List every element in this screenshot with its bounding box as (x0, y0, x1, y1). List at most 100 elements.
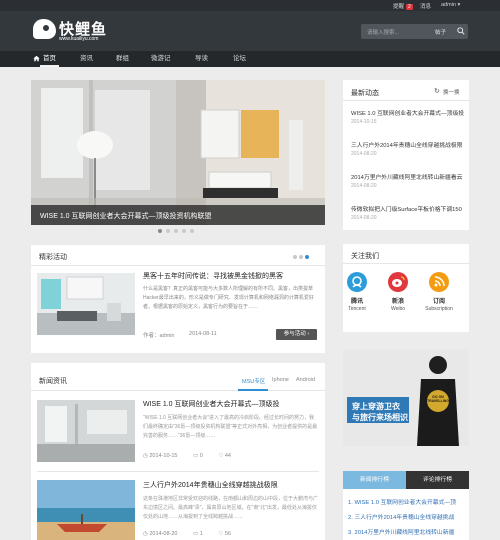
ranking-item[interactable]: 3. 2014万里户外川藏线阿里北线转山新疆 (348, 527, 454, 536)
refresh-link[interactable]: 换一换 (443, 88, 460, 96)
featured-image[interactable] (37, 273, 135, 335)
tencent-glyph (352, 276, 362, 288)
latest-item[interactable]: WISE 1.0 互联网创业者大会开幕式—顶级投 (351, 108, 464, 117)
latest-item[interactable]: 传微软拟把入门级Surface平板价格下调150 (351, 204, 462, 213)
news-item-image[interactable] (37, 480, 135, 540)
news-item-title[interactable]: WISE 1.0 互联网创业者大会开幕式—顶级投 (143, 399, 280, 409)
latest-title: 最新动态 (351, 90, 379, 97)
latest-panel: 最新动态 ↻ 换一换 WISE 1.0 互联网创业者大会开幕式—顶级投 2014… (343, 80, 469, 230)
ranking-item[interactable]: 1. WISE 1.0 互联网创业者大会开幕式—顶 (348, 497, 456, 506)
chevron-right-icon: › (307, 331, 310, 337)
featured-author: 作者：admin (143, 333, 175, 339)
nav-item-groups[interactable]: 群组 (116, 51, 129, 67)
divider (343, 263, 469, 264)
news-item-comments: 0 (199, 453, 203, 459)
clock-icon: ◷ (143, 453, 148, 459)
ranking-tabs: 新闻排行榜 评论排行榜 (343, 471, 469, 489)
slide-image[interactable] (31, 80, 325, 225)
nav-item-forum[interactable]: 论坛 (233, 51, 246, 67)
news-item-likes: 56 (224, 531, 231, 537)
slider-dot[interactable] (190, 229, 194, 233)
nav-item-guide[interactable]: 导读 (195, 51, 208, 67)
hero-slider[interactable]: WISE 1.0 互联网创业者大会开幕式—顶级投资机构联盟 (31, 80, 325, 237)
ranking-no: 2. (348, 515, 353, 521)
main-nav: 首页 资讯 群组 微游记 导读 论坛 (0, 51, 500, 67)
news-item-date: 2014-10-15 (149, 453, 178, 459)
site-logo[interactable]: 快鲤鱼 www.kuailiyu.com (33, 17, 123, 45)
site-header: 快鲤鱼 www.kuailiyu.com 请输入搜索... 帖子 (0, 11, 500, 51)
news-item-desc: "WISE 1.0 互联网创业者大会"进入了最高的冷启阶段。经过长时间的努力，我… (143, 415, 318, 439)
featured-date: 2014-08-11 (189, 331, 217, 337)
news-item-comments: 1 (199, 531, 203, 537)
user-name: admin (441, 2, 456, 8)
subscribe-label[interactable]: 订阅 (419, 296, 459, 305)
featured-dot[interactable] (305, 255, 309, 259)
tab-msu[interactable]: MSU专区 (242, 377, 265, 385)
brand-url: www.kuailiyu.com (59, 36, 99, 42)
tab-news-ranking[interactable]: 新闻排行榜 (343, 471, 406, 489)
news-item-title[interactable]: 三人行户外2014年贵穗山全线穿越挑战极限 (143, 480, 278, 490)
office-photo (37, 400, 135, 462)
weibo-icon[interactable] (388, 272, 408, 292)
ad-logo: GO ON TRAVELLING (426, 395, 450, 403)
heart-icon: ♡ (218, 531, 224, 537)
messages-link[interactable]: 消息 (420, 2, 431, 10)
slider-dot[interactable] (182, 229, 186, 233)
top-strip: 提醒 2 消息 admin ▾ (0, 0, 500, 11)
news-item-likes: 44 (224, 453, 231, 459)
tab-comment-ranking[interactable]: 评论排行榜 (406, 471, 469, 489)
tab-android[interactable]: Android (296, 377, 315, 383)
user-menu[interactable]: admin ▾ (441, 2, 460, 8)
tencent-icon[interactable] (347, 272, 367, 292)
latest-item[interactable]: 三人行户外2014年贵穗山全线穿越挑战极限 (351, 140, 462, 149)
search-box[interactable]: 请输入搜索... 帖子 (361, 24, 468, 39)
home-icon (33, 55, 40, 62)
news-title: 新闻资讯 (39, 378, 67, 385)
refresh-icon[interactable]: ↻ (434, 87, 440, 95)
slider-dot[interactable] (158, 229, 162, 233)
notify-link[interactable]: 提醒 2 (393, 2, 413, 10)
news-item-image[interactable] (37, 400, 135, 462)
tencent-label[interactable]: 腾讯 (337, 296, 377, 305)
weibo-label[interactable]: 新浪 (378, 296, 418, 305)
news-item-desc: 这条在珠港地区非常受欢迎的线路，在南都山和周边的山中段，位于大鹏湾与广东边境区之… (143, 496, 319, 520)
latest-item-date: 2014-08-20 (351, 183, 377, 189)
ranking-text: WISE 1.0 互联网创业者大会开幕式—顶 (354, 500, 456, 506)
weibo-sub: Weibo (390, 306, 406, 312)
rss-icon[interactable] (429, 272, 449, 292)
join-activity-button[interactable]: 参与活动 › (276, 329, 317, 340)
slide-caption[interactable]: WISE 1.0 互联网创业者大会开幕式—顶级投资机构联盟 (40, 211, 212, 221)
ranking-item[interactable]: 2. 三人行户外2014年贵穗山全线穿越挑战 (348, 512, 454, 521)
subscribe-sub: Subscription (425, 306, 453, 312)
room-photo (37, 273, 135, 335)
nav-item-news[interactable]: 资讯 (80, 51, 93, 67)
search-input[interactable]: 请输入搜索... (367, 28, 399, 36)
follow-title: 关注我们 (351, 253, 379, 260)
join-activity-label: 参与活动 (283, 331, 306, 337)
search-icon[interactable] (457, 27, 465, 35)
news-item-meta: ◷ 2014-10-15 ▭ 0 ♡ 44 (143, 453, 231, 459)
search-type-selector[interactable]: 帖子 (435, 28, 446, 36)
ad-line1: 穿上穿游卫衣 (352, 402, 400, 411)
featured-item-title[interactable]: 黑客十五年时间传说：寻找被黑金钱掀的黑客 (143, 271, 283, 281)
featured-dot[interactable] (299, 255, 303, 259)
featured-pagination (293, 255, 311, 261)
bathroom-photo (31, 80, 325, 225)
comment-icon: ▭ (193, 453, 199, 459)
featured-dot[interactable] (293, 255, 297, 259)
tab-iphone[interactable]: Iphone (272, 377, 289, 383)
ad-banner[interactable]: 穿上穿游卫衣 与旅行来场相识 GO ON TRAVELLING (343, 349, 469, 446)
notify-badge: 2 (406, 4, 413, 10)
latest-item[interactable]: 2014万里户外川藏线阿里北线转山新疆看云 (351, 172, 462, 181)
nav-item-travel-notes[interactable]: 微游记 (151, 51, 171, 67)
nav-item-home[interactable]: 首页 (40, 51, 59, 67)
latest-item-date: 2014-08-20 (351, 151, 377, 157)
ranking-text: 2014万里户外川藏线阿里北线转山新疆 (354, 530, 455, 536)
fish-logo-icon (33, 19, 56, 39)
rss-glyph (434, 276, 445, 287)
slider-dot[interactable] (166, 229, 170, 233)
divider (343, 100, 469, 101)
slider-dot[interactable] (174, 229, 178, 233)
follow-panel: 关注我们 腾讯 Tencent 新浪 Weibo 订阅 Subscription (343, 244, 469, 332)
news-panel: 新闻资讯 MSU专区 Iphone Android WISE 1.0 互联网创业… (31, 363, 325, 540)
